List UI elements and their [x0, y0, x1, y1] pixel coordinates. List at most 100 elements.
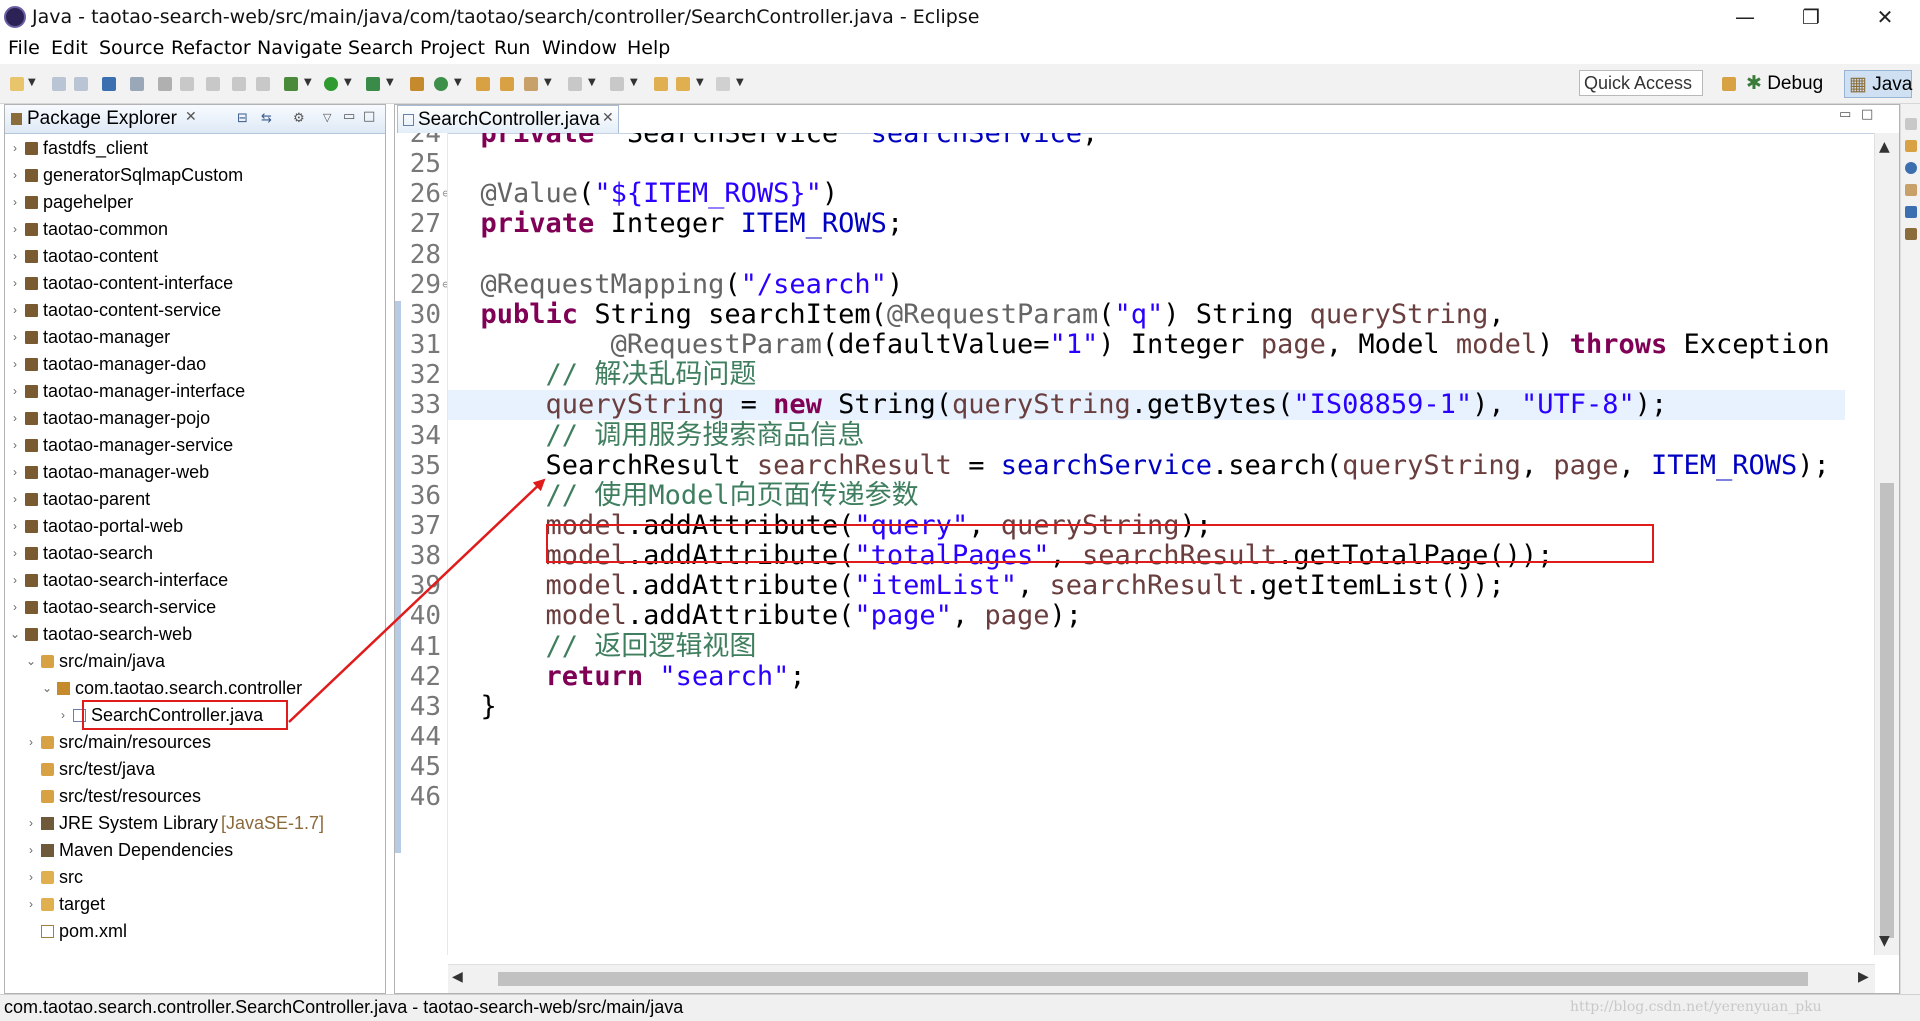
minimize-button[interactable]: —	[1716, 0, 1774, 34]
tree-item[interactable]: › generatorSqlmapCustom	[5, 162, 385, 189]
code-line[interactable]: queryString = new String(queryString.get…	[448, 390, 1845, 421]
chevron-right-icon[interactable]: ›	[25, 891, 37, 918]
menu-edit[interactable]: Edit	[51, 37, 88, 59]
chevron-down-icon[interactable]: ▼	[28, 77, 36, 88]
maximize-button[interactable]: ❐	[1782, 0, 1840, 34]
scroll-right-icon[interactable]: ▶	[1858, 969, 1869, 985]
vertical-scrollbar[interactable]: ▲ ▼	[1874, 133, 1899, 955]
menu-refactor[interactable]: Refactor	[171, 37, 251, 59]
menu-window[interactable]: Window	[542, 37, 617, 59]
tree-item[interactable]: › taotao-content-interface	[5, 270, 385, 297]
open-task-icon[interactable]	[500, 77, 514, 91]
previous-annotation-icon[interactable]	[610, 77, 624, 91]
close-icon[interactable]: ✕	[602, 110, 614, 126]
tree-item[interactable]: ⌄ com.taotao.search.controller	[5, 675, 385, 702]
chevron-right-icon[interactable]: ›	[9, 540, 21, 567]
chevron-down-icon[interactable]: ▼	[696, 77, 704, 88]
code-line[interactable]: @Value("${ITEM_ROWS}")	[448, 179, 1845, 209]
code-line[interactable]	[448, 149, 1845, 179]
open-type-icon[interactable]	[476, 77, 490, 91]
tree-item[interactable]: ⌄ src/main/java	[5, 648, 385, 675]
save-all-icon[interactable]	[74, 77, 88, 91]
terminal-icon[interactable]	[102, 77, 116, 91]
skip-breakpoints-icon[interactable]	[130, 77, 144, 91]
menu-run[interactable]: Run	[494, 37, 530, 59]
chevron-right-icon[interactable]: ›	[9, 486, 21, 513]
chevron-right-icon[interactable]: ›	[9, 189, 21, 216]
collapse-all-icon[interactable]: ⊟	[237, 111, 248, 126]
chevron-right-icon[interactable]: ›	[25, 810, 37, 837]
chevron-right-icon[interactable]: ›	[9, 594, 21, 621]
tree-item[interactable]: › src	[5, 864, 385, 891]
horizontal-scroll-thumb[interactable]	[498, 972, 1808, 986]
code-line[interactable]: @RequestMapping("/search")	[448, 269, 1845, 300]
chevron-right-icon[interactable]: ›	[9, 513, 21, 540]
chevron-right-icon[interactable]: ›	[9, 351, 21, 378]
chevron-down-icon[interactable]: ▼	[386, 77, 394, 88]
code-line[interactable]: // 调用服务搜索商品信息	[448, 420, 1845, 451]
code-line[interactable]: private Integer ITEM_ROWS;	[448, 209, 1845, 239]
menu-source[interactable]: Source	[99, 37, 164, 59]
tree-item[interactable]: › Maven Dependencies	[5, 837, 385, 864]
chevron-down-icon[interactable]: ▼	[588, 77, 596, 88]
tree-item[interactable]: › taotao-parent	[5, 486, 385, 513]
tree-item[interactable]: › taotao-search	[5, 540, 385, 567]
maximize-view-icon[interactable]: □	[1861, 107, 1873, 122]
perspective-debug[interactable]: ✱ Debug	[1746, 70, 1823, 98]
new-java-project-icon[interactable]	[410, 77, 424, 91]
chevron-right-icon[interactable]: ›	[25, 729, 37, 756]
step-icon[interactable]	[206, 77, 220, 91]
package-explorer-tab[interactable]: Package Explorer ✕ ⊟ ⇆ ⚙ ▽ ▭ □	[5, 105, 385, 134]
outline-icon[interactable]	[1905, 140, 1917, 152]
code-line[interactable]: SearchResult searchResult = searchServic…	[448, 450, 1845, 481]
quick-access-input[interactable]: Quick Access	[1579, 70, 1703, 96]
close-button[interactable]: ✕	[1856, 0, 1914, 34]
tree-item[interactable]: › taotao-manager-pojo	[5, 405, 385, 432]
block-selection-icon[interactable]	[232, 77, 246, 91]
chevron-down-icon[interactable]: ▼	[736, 77, 744, 88]
code-line[interactable]: // 使用Model向页面传递参数	[448, 480, 1845, 511]
chevron-down-icon[interactable]: ▼	[630, 77, 638, 88]
view-menu-icon[interactable]: ⚙	[293, 111, 305, 126]
code-line[interactable]	[448, 782, 1845, 812]
chevron-down-icon[interactable]: ▼	[304, 77, 312, 88]
code-line[interactable]: }	[448, 691, 1845, 722]
code-line[interactable]: public String searchItem(@RequestParam("…	[448, 299, 1845, 330]
menu-navigate[interactable]: Navigate	[257, 37, 342, 59]
perspective-java[interactable]: ▦ Java	[1844, 70, 1912, 98]
tree-item[interactable]: › taotao-manager-web	[5, 459, 385, 486]
menu-help[interactable]: Help	[627, 37, 670, 59]
code-line[interactable]	[448, 240, 1845, 270]
debug-icon[interactable]	[284, 77, 298, 91]
tree-item[interactable]: › taotao-content	[5, 243, 385, 270]
open-perspective-icon[interactable]	[1722, 77, 1736, 91]
last-edit-location-icon[interactable]	[654, 77, 668, 91]
menu-file[interactable]: File	[8, 37, 40, 59]
chevron-right-icon[interactable]: ›	[25, 864, 37, 891]
new-icon[interactable]	[10, 77, 24, 91]
chevron-right-icon[interactable]: ›	[9, 378, 21, 405]
code-line[interactable]: private SearchService searchService;	[448, 133, 1845, 149]
console-icon[interactable]	[1905, 206, 1917, 218]
chevron-right-icon[interactable]: ›	[9, 162, 21, 189]
code-line[interactable]: // 返回逻辑视图	[448, 631, 1845, 662]
scroll-up-icon[interactable]: ▲	[1879, 139, 1890, 155]
tree-item[interactable]: › taotao-common	[5, 216, 385, 243]
tree-item[interactable]: › JRE System Library [JavaSE-1.7]	[5, 810, 385, 837]
scroll-left-icon[interactable]: ◀	[452, 969, 463, 985]
code-line[interactable]: model.addAttribute("itemList", searchRes…	[448, 571, 1845, 601]
tree-item[interactable]: › target	[5, 891, 385, 918]
chevron-down-icon[interactable]: ⌄	[41, 675, 53, 702]
tree-item[interactable]: pom.xml	[5, 918, 385, 945]
minimize-view-icon[interactable]: ▭	[343, 109, 355, 124]
menu-search[interactable]: Search	[348, 37, 413, 59]
tree-item[interactable]: › taotao-portal-web	[5, 513, 385, 540]
tree-item[interactable]: › taotao-manager-interface	[5, 378, 385, 405]
chevron-down-icon[interactable]: ▼	[544, 77, 552, 88]
chevron-down-icon[interactable]: ⌄	[9, 621, 21, 648]
code-line[interactable]: model.addAttribute("page", page);	[448, 601, 1845, 631]
javadoc-icon[interactable]	[1905, 162, 1917, 174]
tree-item[interactable]: src/test/resources	[5, 783, 385, 810]
maximize-view-icon[interactable]: □	[363, 109, 375, 124]
code-line[interactable]: return "search";	[448, 661, 1845, 692]
